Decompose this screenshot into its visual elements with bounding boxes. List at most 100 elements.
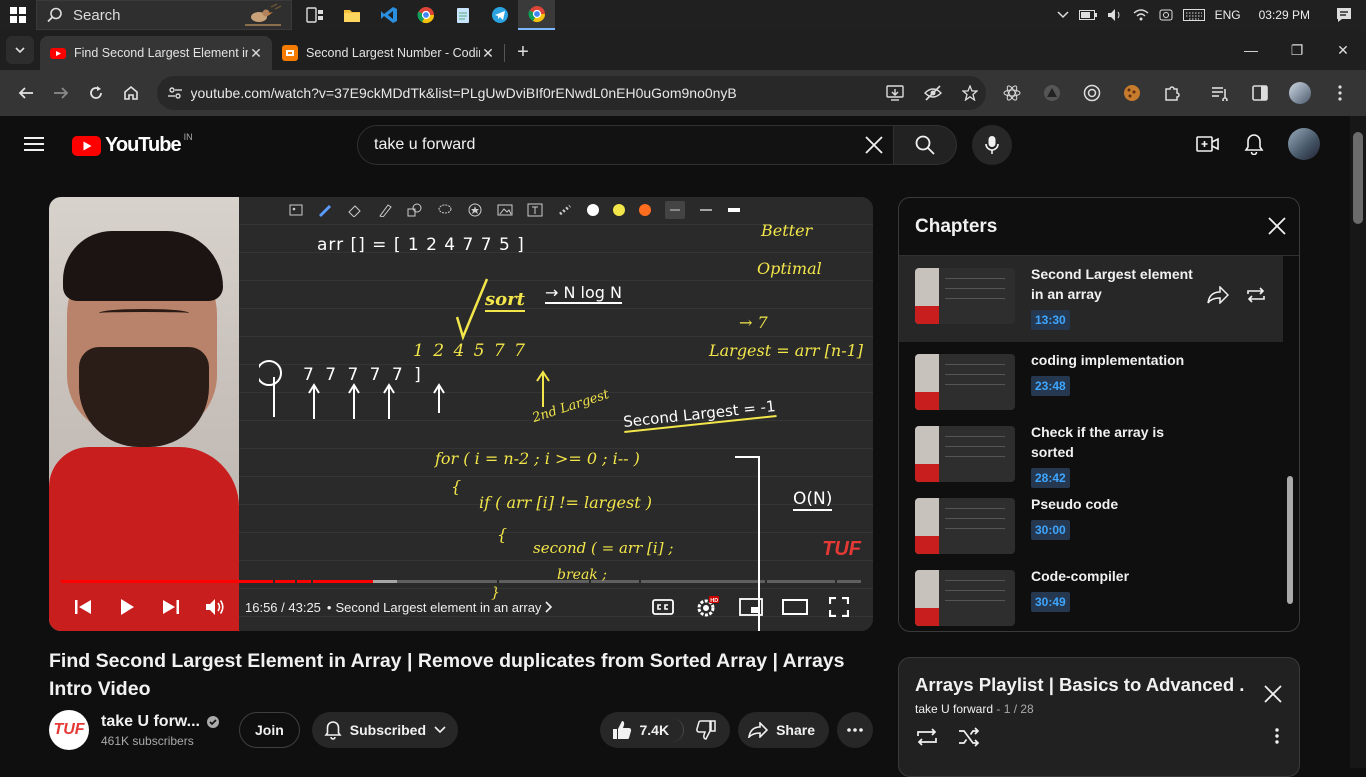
voice-search-button[interactable] xyxy=(972,125,1012,165)
search-button[interactable] xyxy=(894,125,957,165)
extension-cookie-icon[interactable] xyxy=(1114,75,1150,111)
clear-search-icon[interactable] xyxy=(863,134,885,156)
settings-gear-icon[interactable]: HD xyxy=(685,587,729,627)
chrome-icon[interactable] xyxy=(407,0,444,30)
notifications-bell-icon[interactable] xyxy=(1244,133,1264,155)
forward-arrow-icon[interactable] xyxy=(43,75,78,111)
keyboard-icon[interactable] xyxy=(1182,9,1205,21)
chapter-item[interactable]: Pseudo code 30:00 xyxy=(899,486,1299,558)
close-window-icon[interactable]: ✕ xyxy=(1320,42,1366,59)
chapters-scrollbar[interactable] xyxy=(1287,476,1293,604)
like-button[interactable]: 7.4K xyxy=(600,718,685,742)
task-view-icon[interactable] xyxy=(296,0,333,30)
link-tool-icon xyxy=(557,203,573,217)
page-scrollbar-thumb[interactable] xyxy=(1353,132,1363,224)
previous-icon[interactable] xyxy=(61,587,105,627)
play-icon[interactable] xyxy=(105,587,149,627)
chapter-timestamp[interactable]: 28:42 xyxy=(1031,468,1070,488)
channel-name[interactable]: take U forw... xyxy=(101,713,200,731)
restore-icon[interactable]: ❐ xyxy=(1274,42,1320,59)
battery-icon[interactable] xyxy=(1078,10,1097,20)
extension-atom-icon[interactable] xyxy=(994,75,1030,111)
loop-chapter-icon[interactable] xyxy=(1245,286,1267,304)
profile-avatar[interactable] xyxy=(1282,75,1318,111)
tab-coding-ninjas[interactable]: Second Largest Number - Codin ✕ xyxy=(272,36,504,70)
chrome-active-window-icon[interactable] xyxy=(518,0,555,30)
playlist-title[interactable]: Arrays Playlist | Basics to Advanced ... xyxy=(915,674,1245,696)
vscode-icon[interactable] xyxy=(370,0,407,30)
notifications-icon[interactable] xyxy=(1336,7,1352,23)
input-language[interactable]: ENG xyxy=(1215,8,1241,22)
close-tab-icon[interactable]: ✕ xyxy=(248,45,264,61)
address-url[interactable]: youtube.com/watch?v=37E9ckMDdTk&list=PLg… xyxy=(191,85,887,101)
clock-time[interactable]: 03:29 PM xyxy=(1259,8,1310,22)
current-chapter-link[interactable]: • Second Largest element in an array xyxy=(327,600,554,615)
subscribed-button[interactable]: Subscribed xyxy=(311,712,459,748)
close-tab-icon[interactable]: ✕ xyxy=(480,45,496,61)
windows-start-icon[interactable] xyxy=(0,0,36,30)
more-actions-icon[interactable] xyxy=(837,712,873,748)
channel-avatar[interactable]: TUF xyxy=(49,710,89,750)
miniplayer-icon[interactable] xyxy=(729,587,773,627)
tab-youtube[interactable]: Find Second Largest Element in ✕ xyxy=(40,36,272,70)
create-video-icon[interactable] xyxy=(1196,135,1220,153)
share-button[interactable]: Share xyxy=(738,712,829,748)
chapter-timestamp[interactable]: 30:49 xyxy=(1031,592,1070,612)
camera-tray-icon[interactable] xyxy=(1159,8,1173,22)
fullscreen-icon[interactable] xyxy=(817,587,861,627)
chrome-menu-icon[interactable] xyxy=(1322,75,1358,111)
extension-target-icon[interactable] xyxy=(1074,75,1110,111)
theater-mode-icon[interactable] xyxy=(773,587,817,627)
volume-icon[interactable] xyxy=(193,587,237,627)
chapter-item[interactable]: Second Largest element in an array 13:30 xyxy=(899,256,1283,342)
chapter-item[interactable]: Check if the array is sorted 28:42 xyxy=(899,414,1299,488)
subscriber-count: 461K subscribers xyxy=(101,733,194,748)
new-tab-plus-icon[interactable]: + xyxy=(509,38,537,66)
playlist-more-icon[interactable] xyxy=(1275,728,1279,744)
hamburger-menu-icon[interactable] xyxy=(24,136,44,152)
eye-slash-icon[interactable] xyxy=(924,85,943,101)
youtube-masthead: YouTube IN take u forward xyxy=(0,116,1350,174)
youtube-search-input[interactable]: take u forward xyxy=(357,125,894,165)
install-app-icon[interactable] xyxy=(886,85,904,101)
youtube-logo[interactable]: YouTube IN xyxy=(72,132,193,157)
chapter-timestamp[interactable]: 23:48 xyxy=(1031,376,1070,396)
telegram-icon[interactable] xyxy=(481,0,518,30)
home-icon[interactable] xyxy=(113,75,148,111)
playlist-owner[interactable]: take U forward xyxy=(915,702,993,716)
site-settings-icon[interactable] xyxy=(167,85,183,101)
notepad-icon[interactable] xyxy=(444,0,481,30)
chevron-up-icon[interactable] xyxy=(1057,11,1069,19)
media-controls-icon[interactable] xyxy=(1202,75,1238,111)
next-icon[interactable] xyxy=(149,587,193,627)
chapter-item[interactable]: Code-compiler 30:49 xyxy=(899,558,1299,630)
shuffle-icon[interactable] xyxy=(957,727,981,747)
back-arrow-icon[interactable] xyxy=(8,75,43,111)
chapter-timestamp[interactable]: 13:30 xyxy=(1031,310,1070,330)
extensions-puzzle-icon[interactable] xyxy=(1154,75,1190,111)
join-button[interactable]: Join xyxy=(239,712,300,748)
close-playlist-icon[interactable] xyxy=(1263,684,1283,704)
close-chapters-icon[interactable] xyxy=(1267,216,1287,236)
file-explorer-icon[interactable] xyxy=(333,0,370,30)
video-player[interactable]: arr [] = [ 1 2 4 7 7 5 ] Better Optimal … xyxy=(49,197,873,631)
volume-icon[interactable] xyxy=(1107,8,1123,22)
side-panel-icon[interactable] xyxy=(1242,75,1278,111)
bookmark-star-icon[interactable] xyxy=(962,85,979,101)
address-bar[interactable]: youtube.com/watch?v=37E9ckMDdTk&list=PLg… xyxy=(156,76,987,110)
extension-triangle-icon[interactable] xyxy=(1034,75,1070,111)
search-query-text[interactable]: take u forward xyxy=(374,136,475,154)
minimize-icon[interactable]: — xyxy=(1228,42,1274,58)
page-scrollbar[interactable] xyxy=(1350,116,1366,768)
reload-icon[interactable] xyxy=(78,75,113,111)
subtitles-icon[interactable] xyxy=(641,587,685,627)
chapter-item[interactable]: coding implementation 23:48 xyxy=(899,342,1299,414)
chapter-timestamp[interactable]: 30:00 xyxy=(1031,520,1070,540)
share-chapter-icon[interactable] xyxy=(1207,286,1229,304)
wifi-icon[interactable] xyxy=(1133,8,1149,22)
tab-search-button[interactable] xyxy=(6,36,34,64)
account-avatar[interactable] xyxy=(1288,128,1320,160)
loop-playlist-icon[interactable] xyxy=(915,727,939,747)
taskbar-search-box[interactable]: Search xyxy=(36,0,292,30)
dislike-button[interactable] xyxy=(684,712,730,748)
